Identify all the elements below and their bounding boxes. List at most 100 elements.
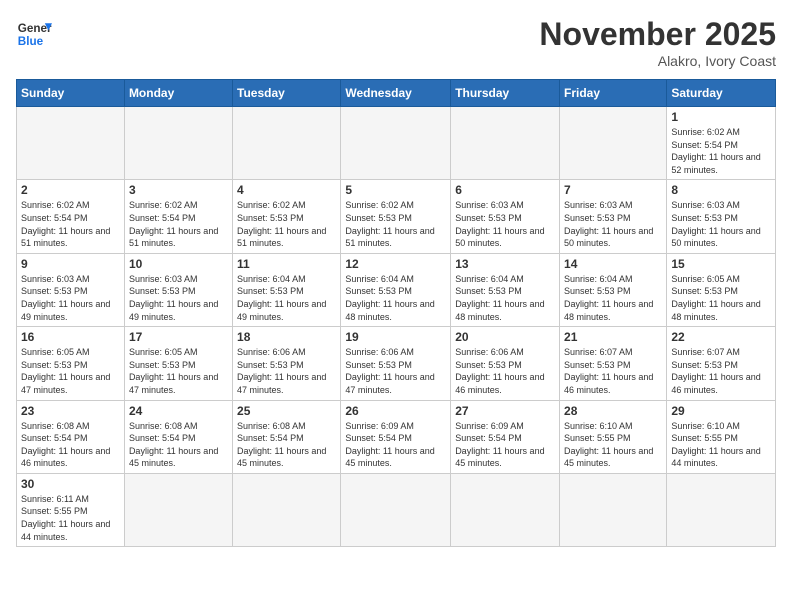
day-number: 14: [564, 257, 662, 271]
day-number: 6: [455, 183, 555, 197]
day-number: 28: [564, 404, 662, 418]
calendar-week-row: 2 Sunrise: 6:02 AM Sunset: 5:54 PM Daylig…: [17, 180, 776, 253]
page-header: General Blue November 2025 Alakro, Ivory…: [16, 16, 776, 69]
day-number: 7: [564, 183, 662, 197]
day-number: 23: [21, 404, 120, 418]
calendar-day-cell: 17Sunrise: 6:05 AM Sunset: 5:53 PM Dayli…: [124, 327, 232, 400]
calendar-week-row: 30Sunrise: 6:11 AM Sunset: 5:55 PM Dayli…: [17, 473, 776, 546]
col-header-tuesday: Tuesday: [233, 80, 341, 107]
day-info: Sunrise: 6:05 AM Sunset: 5:53 PM Dayligh…: [671, 273, 771, 323]
day-number: 17: [129, 330, 228, 344]
col-header-friday: Friday: [560, 80, 667, 107]
day-info: Sunrise: 6:05 AM Sunset: 5:53 PM Dayligh…: [21, 346, 120, 396]
col-header-wednesday: Wednesday: [341, 80, 451, 107]
day-info: Sunrise: 6:08 AM Sunset: 5:54 PM Dayligh…: [129, 420, 228, 470]
day-info: Sunrise: 6:07 AM Sunset: 5:53 PM Dayligh…: [564, 346, 662, 396]
day-info: Sunrise: 6:11 AM Sunset: 5:55 PM Dayligh…: [21, 493, 120, 543]
calendar-day-cell: 9 Sunrise: 6:03 AM Sunset: 5:53 PM Daylig…: [17, 253, 125, 326]
calendar-day-cell: 19 Sunrise: 6:06 AM Sunset: 5:53 PM Dayli…: [341, 327, 451, 400]
day-number: 29: [671, 404, 771, 418]
calendar-day-cell: 12Sunrise: 6:04 AM Sunset: 5:53 PM Dayli…: [341, 253, 451, 326]
calendar-week-row: 16 Sunrise: 6:05 AM Sunset: 5:53 PM Dayli…: [17, 327, 776, 400]
day-info: Sunrise: 6:02 AM Sunset: 5:53 PM Dayligh…: [237, 199, 336, 249]
calendar-day-cell: 11Sunrise: 6:04 AM Sunset: 5:53 PM Dayli…: [233, 253, 341, 326]
day-info: Sunrise: 6:08 AM Sunset: 5:54 PM Dayligh…: [237, 420, 336, 470]
calendar-day-cell: 20 Sunrise: 6:06 AM Sunset: 5:53 PM Dayli…: [451, 327, 560, 400]
day-number: 10: [129, 257, 228, 271]
day-number: 21: [564, 330, 662, 344]
calendar-table: SundayMondayTuesdayWednesdayThursdayFrid…: [16, 79, 776, 547]
calendar-day-cell: 23 Sunrise: 6:08 AM Sunset: 5:54 PM Dayli…: [17, 400, 125, 473]
day-info: Sunrise: 6:03 AM Sunset: 5:53 PM Dayligh…: [671, 199, 771, 249]
day-info: Sunrise: 6:06 AM Sunset: 5:53 PM Dayligh…: [345, 346, 446, 396]
calendar-day-cell: [667, 473, 776, 546]
calendar-day-cell: 30Sunrise: 6:11 AM Sunset: 5:55 PM Dayli…: [17, 473, 125, 546]
calendar-week-row: 1Sunrise: 6:02 AM Sunset: 5:54 PM Daylig…: [17, 107, 776, 180]
calendar-day-cell: [233, 473, 341, 546]
day-info: Sunrise: 6:10 AM Sunset: 5:55 PM Dayligh…: [671, 420, 771, 470]
day-info: Sunrise: 6:03 AM Sunset: 5:53 PM Dayligh…: [564, 199, 662, 249]
day-info: Sunrise: 6:03 AM Sunset: 5:53 PM Dayligh…: [129, 273, 228, 323]
calendar-day-cell: 25 Sunrise: 6:08 AM Sunset: 5:54 PM Dayli…: [233, 400, 341, 473]
calendar-day-cell: 29 Sunrise: 6:10 AM Sunset: 5:55 PM Dayli…: [667, 400, 776, 473]
day-info: Sunrise: 6:08 AM Sunset: 5:54 PM Dayligh…: [21, 420, 120, 470]
calendar-day-cell: [341, 107, 451, 180]
calendar-day-cell: 24 Sunrise: 6:08 AM Sunset: 5:54 PM Dayli…: [124, 400, 232, 473]
day-info: Sunrise: 6:02 AM Sunset: 5:53 PM Dayligh…: [345, 199, 446, 249]
calendar-day-cell: 4 Sunrise: 6:02 AM Sunset: 5:53 PM Daylig…: [233, 180, 341, 253]
calendar-day-cell: [124, 107, 232, 180]
calendar-week-row: 23 Sunrise: 6:08 AM Sunset: 5:54 PM Dayli…: [17, 400, 776, 473]
calendar-day-cell: [560, 473, 667, 546]
logo: General Blue: [16, 16, 52, 52]
col-header-sunday: Sunday: [17, 80, 125, 107]
day-number: 4: [237, 183, 336, 197]
day-number: 20: [455, 330, 555, 344]
calendar-day-cell: 2 Sunrise: 6:02 AM Sunset: 5:54 PM Daylig…: [17, 180, 125, 253]
col-header-saturday: Saturday: [667, 80, 776, 107]
day-number: 22: [671, 330, 771, 344]
calendar-day-cell: 28 Sunrise: 6:10 AM Sunset: 5:55 PM Dayli…: [560, 400, 667, 473]
calendar-day-cell: 18Sunrise: 6:06 AM Sunset: 5:53 PM Dayli…: [233, 327, 341, 400]
day-number: 27: [455, 404, 555, 418]
location-subtitle: Alakro, Ivory Coast: [539, 53, 776, 69]
calendar-day-cell: [560, 107, 667, 180]
day-number: 24: [129, 404, 228, 418]
day-number: 1: [671, 110, 771, 124]
col-header-thursday: Thursday: [451, 80, 560, 107]
day-number: 13: [455, 257, 555, 271]
day-info: Sunrise: 6:02 AM Sunset: 5:54 PM Dayligh…: [21, 199, 120, 249]
calendar-day-cell: 15 Sunrise: 6:05 AM Sunset: 5:53 PM Dayli…: [667, 253, 776, 326]
calendar-day-cell: 6Sunrise: 6:03 AM Sunset: 5:53 PM Daylig…: [451, 180, 560, 253]
day-number: 19: [345, 330, 446, 344]
day-number: 18: [237, 330, 336, 344]
svg-text:Blue: Blue: [18, 35, 44, 48]
day-info: Sunrise: 6:02 AM Sunset: 5:54 PM Dayligh…: [129, 199, 228, 249]
calendar-day-cell: 13 Sunrise: 6:04 AM Sunset: 5:53 PM Dayli…: [451, 253, 560, 326]
day-number: 15: [671, 257, 771, 271]
day-number: 12: [345, 257, 446, 271]
day-info: Sunrise: 6:04 AM Sunset: 5:53 PM Dayligh…: [237, 273, 336, 323]
day-number: 16: [21, 330, 120, 344]
calendar-day-cell: 3Sunrise: 6:02 AM Sunset: 5:54 PM Daylig…: [124, 180, 232, 253]
calendar-day-cell: [341, 473, 451, 546]
day-info: Sunrise: 6:10 AM Sunset: 5:55 PM Dayligh…: [564, 420, 662, 470]
calendar-day-cell: 21 Sunrise: 6:07 AM Sunset: 5:53 PM Dayli…: [560, 327, 667, 400]
day-number: 26: [345, 404, 446, 418]
calendar-day-cell: [451, 473, 560, 546]
day-number: 25: [237, 404, 336, 418]
day-info: Sunrise: 6:04 AM Sunset: 5:53 PM Dayligh…: [455, 273, 555, 323]
day-number: 9: [21, 257, 120, 271]
day-info: Sunrise: 6:06 AM Sunset: 5:53 PM Dayligh…: [455, 346, 555, 396]
day-number: 8: [671, 183, 771, 197]
calendar-day-cell: 1Sunrise: 6:02 AM Sunset: 5:54 PM Daylig…: [667, 107, 776, 180]
day-info: Sunrise: 6:03 AM Sunset: 5:53 PM Dayligh…: [21, 273, 120, 323]
day-info: Sunrise: 6:09 AM Sunset: 5:54 PM Dayligh…: [455, 420, 555, 470]
calendar-day-cell: 5Sunrise: 6:02 AM Sunset: 5:53 PM Daylig…: [341, 180, 451, 253]
calendar-day-cell: 10 Sunrise: 6:03 AM Sunset: 5:53 PM Dayli…: [124, 253, 232, 326]
calendar-day-cell: [233, 107, 341, 180]
day-number: 2: [21, 183, 120, 197]
calendar-day-cell: [17, 107, 125, 180]
calendar-day-cell: 26Sunrise: 6:09 AM Sunset: 5:54 PM Dayli…: [341, 400, 451, 473]
title-block: November 2025 Alakro, Ivory Coast: [539, 16, 776, 69]
calendar-week-row: 9 Sunrise: 6:03 AM Sunset: 5:53 PM Daylig…: [17, 253, 776, 326]
